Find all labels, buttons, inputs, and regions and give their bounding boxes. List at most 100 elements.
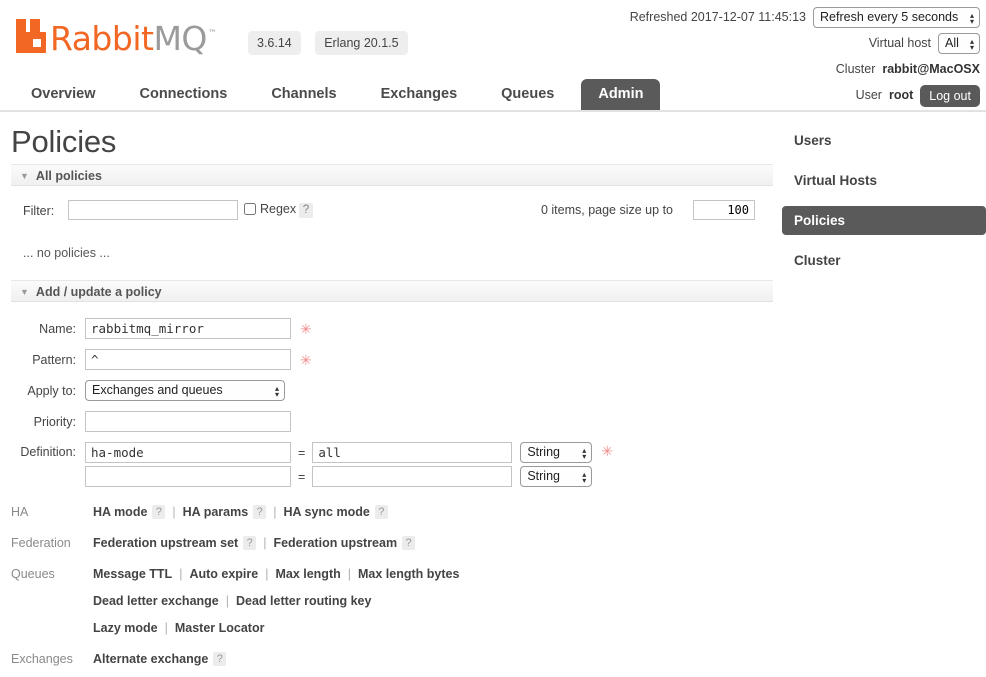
sidebar-item-cluster[interactable]: Cluster	[782, 246, 986, 275]
main-navigation: Overview Connections Channels Exchanges Queu…	[0, 76, 986, 112]
option-link-max-length[interactable]: Max length	[275, 567, 340, 581]
regex-checkbox[interactable]	[244, 203, 256, 215]
collapse-caret-icon: ▼	[20, 171, 29, 181]
option-link-federation-upstream-set[interactable]: Federation upstream set	[93, 536, 238, 550]
add-policy-section-header[interactable]: ▼ Add / update a policy	[11, 280, 773, 302]
option-link-federation-upstream[interactable]: Federation upstream	[273, 536, 397, 550]
vhost-label: Virtual host	[868, 36, 931, 50]
definition-key-input-1[interactable]	[85, 442, 291, 463]
version-badges: 3.6.14 Erlang 20.1.5	[238, 31, 408, 59]
definition-shortcut-groups: HA HA mode? | HA params? | HA sync mode? Feder…	[11, 504, 773, 668]
sidebar-item-policies[interactable]: Policies	[782, 206, 986, 235]
refreshed-timestamp: Refreshed 2017-12-07 11:45:13	[629, 10, 806, 24]
name-row: Name: ✳	[11, 318, 773, 339]
help-icon[interactable]: ?	[374, 505, 388, 519]
option-link-line: Lazy mode | Master Locator	[93, 620, 773, 637]
nav-tab-channels[interactable]: Channels	[254, 79, 353, 110]
option-link-message-ttl[interactable]: Message TTL	[93, 567, 172, 581]
nav-tab-exchanges[interactable]: Exchanges	[364, 79, 475, 110]
option-link-line: Dead letter exchange | Dead letter routing…	[93, 593, 773, 610]
definition-type-select-wrap: StringNumberBooleanList▴▾	[520, 466, 593, 487]
pattern-row: Pattern: ✳	[11, 349, 773, 370]
apply-to-row: Apply to: Exchanges and queuesExchangesQ…	[11, 380, 773, 401]
help-icon[interactable]: ?	[152, 505, 166, 519]
vhost-row: Virtual host All ▴ ▾	[630, 32, 980, 55]
option-link-alternate-exchange[interactable]: Alternate exchange	[93, 652, 208, 666]
nav-tab-queues[interactable]: Queues	[484, 79, 571, 110]
apply-to-select[interactable]: Exchanges and queuesExchangesQueues	[85, 380, 285, 401]
pattern-label: Pattern:	[32, 352, 76, 367]
policy-pattern-input[interactable]	[85, 349, 291, 370]
help-icon[interactable]: ?	[253, 505, 267, 519]
rabbitmq-logo-text: RabbitMQ™	[50, 19, 217, 58]
sidebar-item-virtual-hosts[interactable]: Virtual Hosts	[782, 166, 986, 195]
all-policies-section-header[interactable]: ▼ All policies	[11, 164, 773, 186]
option-link-lazy-mode[interactable]: Lazy mode	[93, 621, 158, 635]
nav-tab-admin[interactable]: Admin	[581, 79, 661, 110]
option-link-ha-params[interactable]: HA params	[183, 505, 249, 519]
policy-priority-input[interactable]	[85, 411, 291, 432]
option-link-line: HA mode? | HA params? | HA sync mode?	[93, 504, 773, 521]
nav-tab-overview[interactable]: Overview	[14, 79, 113, 110]
option-link-max-length-bytes[interactable]: Max length bytes	[358, 567, 459, 581]
definition-type-select-2[interactable]: StringNumberBooleanList	[520, 466, 593, 487]
definition-equals-sign: =	[298, 445, 306, 460]
vhost-select[interactable]: All	[938, 33, 980, 54]
option-separator: |	[225, 594, 229, 608]
erlang-version-badge: Erlang 20.1.5	[315, 31, 408, 55]
option-separator: |	[179, 567, 183, 581]
app-header: RabbitMQ™ 3.6.14 Erlang 20.1.5 Refreshed…	[0, 0, 986, 107]
collapse-caret-icon: ▼	[20, 287, 29, 297]
policy-name-input[interactable]	[85, 318, 291, 339]
help-icon[interactable]: ?	[213, 652, 227, 666]
option-separator: |	[164, 621, 168, 635]
required-asterisk: ✳	[300, 351, 312, 368]
definition-type-select-1[interactable]: StringNumberBooleanList	[520, 442, 593, 463]
option-link-ha-sync-mode[interactable]: HA sync mode	[283, 505, 369, 519]
help-icon[interactable]: ?	[243, 536, 257, 550]
page-title: Policies	[11, 124, 117, 159]
rabbitmq-logo[interactable]: RabbitMQ™	[16, 18, 217, 58]
refresh-interval-select[interactable]: Refresh every 5 seconds	[813, 7, 980, 28]
filter-input[interactable]	[68, 200, 238, 220]
nav-tab-connections[interactable]: Connections	[123, 79, 245, 110]
definition-key-input-2[interactable]	[85, 466, 291, 487]
sidebar-item-users[interactable]: Users	[782, 126, 986, 155]
definition-type-select-wrap: StringNumberBooleanList▴▾	[520, 442, 593, 463]
help-icon[interactable]: ?	[402, 536, 416, 550]
logo-trademark: ™	[207, 29, 217, 39]
page-size-text: 0 items, page size up to	[540, 203, 673, 217]
required-asterisk: ✳	[300, 320, 312, 337]
apply-to-label: Apply to:	[27, 383, 76, 398]
page-size-input[interactable]	[693, 200, 755, 220]
filter-row: Filter: Regex ? 0 items, page size up to	[11, 200, 773, 234]
definition-entry: = StringNumberBooleanList▴▾	[85, 466, 593, 487]
option-link-auto-expire[interactable]: Auto expire	[189, 567, 258, 581]
regex-help-icon[interactable]: ?	[299, 203, 313, 218]
admin-sidebar: Users Virtual Hosts Policies Cluster	[782, 126, 986, 286]
definition-rows: = StringNumberBooleanList▴▾ = StringNumberB…	[85, 442, 593, 490]
option-group-ha: HA HA mode? | HA params? | HA sync mode?	[11, 504, 773, 521]
option-separator: |	[347, 567, 351, 581]
admin-sidebar-list: Users Virtual Hosts Policies Cluster	[782, 126, 986, 275]
option-link-master-locator[interactable]: Master Locator	[175, 621, 265, 635]
definition-value-input-2[interactable]	[312, 466, 513, 487]
priority-label: Priority:	[33, 414, 76, 429]
definition-value-input-1[interactable]	[312, 442, 513, 463]
option-group-links: HA mode? | HA params? | HA sync mode?	[93, 504, 773, 521]
option-link-line: Alternate exchange?	[93, 651, 773, 668]
filter-label: Filter:	[23, 204, 55, 218]
option-separator: |	[273, 505, 277, 519]
logo-text-rabbit: Rabbit	[50, 19, 154, 58]
no-policies-message: ... no policies ...	[23, 246, 110, 260]
option-link-ha-mode[interactable]: HA mode	[93, 505, 147, 519]
apply-to-select-wrap: Exchanges and queuesExchangesQueues ▴▾	[85, 380, 285, 401]
option-group-label: HA	[11, 505, 29, 519]
nav-tab-list: Overview Connections Channels Exchanges Queu…	[0, 76, 986, 110]
option-link-line: Message TTL | Auto expire | Max length | Max l…	[93, 566, 773, 583]
option-link-dead-letter-routing-key[interactable]: Dead letter routing key	[236, 594, 371, 608]
option-link-dead-letter-exchange[interactable]: Dead letter exchange	[93, 594, 219, 608]
add-policy-section-title: Add / update a policy	[35, 285, 162, 299]
vhost-select-wrap: All ▴ ▾	[938, 32, 980, 55]
option-group-federation: Federation Federation upstream set? | Feder…	[11, 535, 773, 552]
